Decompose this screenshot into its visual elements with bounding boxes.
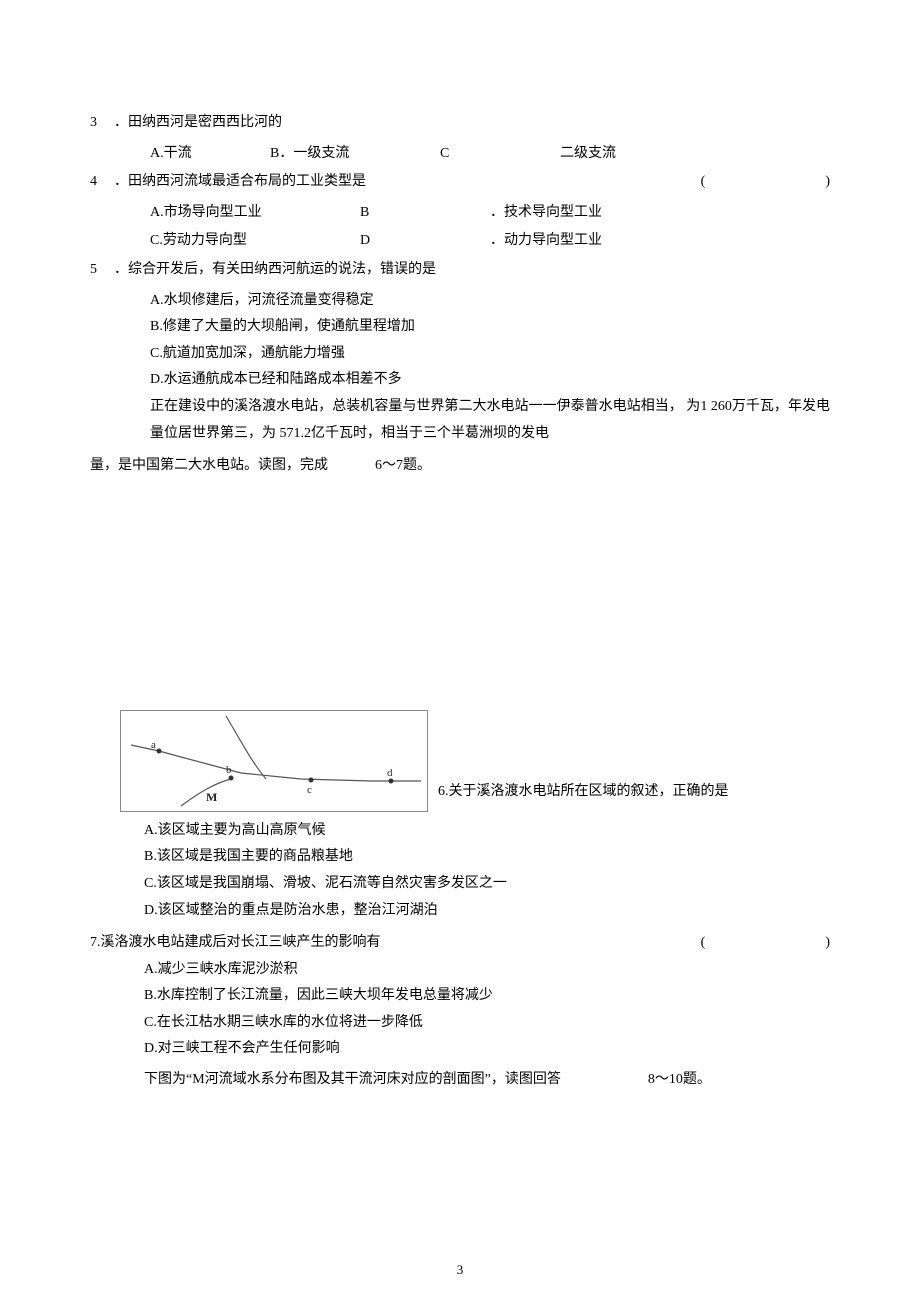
q6-option-a: A.该区域主要为高山高原气候 bbox=[144, 818, 830, 845]
paren-left: ( bbox=[701, 169, 826, 196]
question-6-options: A.该区域主要为高山高原气候 B.该区域是我国主要的商品粮基地 C.该区域是我国… bbox=[90, 818, 830, 924]
q4-option-b-letter: B bbox=[360, 200, 490, 227]
q6-option-b: B.该区域是我国主要的商品粮基地 bbox=[144, 844, 830, 871]
passage-1-line2-post: 6〜7题。 bbox=[375, 458, 431, 473]
q7-option-d: D.对三峡工程不会产生任何影响 bbox=[144, 1036, 830, 1063]
paren-right: ) bbox=[825, 930, 830, 957]
paren-left: ( bbox=[701, 930, 826, 957]
question-3-options: A.干流 B．一级支流 C 二级支流 bbox=[90, 141, 830, 168]
q5-option-a: A.水坝修建后，河流径流量变得稳定 bbox=[150, 288, 830, 315]
fig-label-c: c bbox=[307, 784, 312, 796]
page-number: 3 bbox=[0, 1258, 920, 1283]
q3-option-c-letter: C bbox=[440, 141, 560, 168]
fig-label-d: d bbox=[387, 767, 393, 779]
fig-label-a: a bbox=[151, 739, 156, 751]
q5-option-c: C.航道加宽加深，通航能力增强 bbox=[150, 341, 830, 368]
fig-label-b: b bbox=[226, 764, 232, 776]
passage-2-pre: 下图为“M河流域水系分布图及其干流河床对应的剖面图”，读图回答 bbox=[144, 1072, 561, 1087]
question-5-number: 5 bbox=[90, 257, 114, 284]
q4-option-c: C.劳动力导向型 bbox=[150, 228, 360, 255]
fig-label-m: M bbox=[206, 790, 217, 804]
q4-option-d-text: ．动力导向型工业 bbox=[490, 228, 602, 255]
question-3-stem: ．田纳西河是密西西比河的 bbox=[114, 110, 830, 137]
q5-option-b: B.修建了大量的大坝船闸，使通航里程增加 bbox=[150, 314, 830, 341]
passage-1-line2-pre: 量，是中国第二大水电站。读图，完成 bbox=[90, 458, 328, 473]
question-3-number: 3 bbox=[90, 110, 114, 137]
q4-option-a: A.市场导向型工业 bbox=[150, 200, 360, 227]
q4-option-b-text: ．技术导向型工业 bbox=[490, 200, 602, 227]
passage-2-post: 8〜10题。 bbox=[648, 1072, 711, 1087]
question-7-options: A.减少三峡水库泥沙淤积 B.水库控制了长江流量，因此三峡大坝年发电总量将减少 … bbox=[90, 957, 830, 1063]
q4-option-d-letter: D bbox=[360, 228, 490, 255]
document-page: 3 ．田纳西河是密西西比河的 A.干流 B．一级支流 C 二级支流 4 ．田纳西… bbox=[0, 0, 920, 1303]
question-4-stem: ．田纳西河流域最适合布局的工业类型是 bbox=[114, 169, 701, 196]
passage-1-line2: 量，是中国第二大水电站。读图，完成 6〜7题。 bbox=[90, 453, 830, 480]
figure-and-q6: a b c d M 6.关于溪洛渡水电站所在区域的叙述，正确的是 bbox=[90, 710, 830, 812]
question-6-stem: 6.关于溪洛渡水电站所在区域的叙述，正确的是 bbox=[438, 779, 729, 812]
river-profile-svg: a b c d M bbox=[121, 711, 427, 811]
q3-option-c-text: 二级支流 bbox=[560, 141, 616, 168]
q6-option-c: C.该区域是我国崩塌、滑坡、泥石流等自然灾害多发区之一 bbox=[144, 871, 830, 898]
q3-option-b: B．一级支流 bbox=[270, 141, 440, 168]
question-4: 4 ．田纳西河流域最适合布局的工业类型是 ( ) bbox=[90, 169, 830, 196]
question-7-paren: ( ) bbox=[701, 930, 830, 957]
question-7-stem: 7.溪洛渡水电站建成后对长江三峡产生的影响有 bbox=[90, 930, 701, 957]
passage-1-line1: 正在建设中的溪洛渡水电站，总装机容量与世界第二大水电站一一伊泰普水电站相当， 为… bbox=[90, 394, 830, 447]
paren-right: ) bbox=[825, 169, 830, 196]
question-4-number: 4 bbox=[90, 169, 114, 196]
passage-2: 下图为“M河流域水系分布图及其干流河床对应的剖面图”，读图回答 8〜10题。 bbox=[90, 1067, 830, 1094]
question-4-options: A.市场导向型工业 B ．技术导向型工业 C.劳动力导向型 D ．动力导向型工业 bbox=[90, 200, 830, 255]
question-4-paren: ( ) bbox=[701, 169, 830, 196]
question-5-options: A.水坝修建后，河流径流量变得稳定 B.修建了大量的大坝船闸，使通航里程增加 C… bbox=[90, 288, 830, 394]
q7-option-c: C.在长江枯水期三峡水库的水位将进一步降低 bbox=[144, 1010, 830, 1037]
q3-option-a: A.干流 bbox=[150, 141, 270, 168]
question-7: 7.溪洛渡水电站建成后对长江三峡产生的影响有 ( ) bbox=[90, 930, 830, 957]
question-3: 3 ．田纳西河是密西西比河的 bbox=[90, 110, 830, 137]
q6-option-d: D.该区域整治的重点是防治水患，整治江河湖泊 bbox=[144, 898, 830, 925]
river-profile-figure: a b c d M bbox=[120, 710, 428, 812]
q7-option-b: B.水库控制了长江流量，因此三峡大坝年发电总量将减少 bbox=[144, 983, 830, 1010]
question-5-stem: ．综合开发后，有关田纳西河航运的说法，错误的是 bbox=[114, 257, 830, 284]
q7-option-a: A.减少三峡水库泥沙淤积 bbox=[144, 957, 830, 984]
question-5: 5 ．综合开发后，有关田纳西河航运的说法，错误的是 bbox=[90, 257, 830, 284]
q5-option-d: D.水运通航成本已经和陆路成本相差不多 bbox=[150, 367, 830, 394]
